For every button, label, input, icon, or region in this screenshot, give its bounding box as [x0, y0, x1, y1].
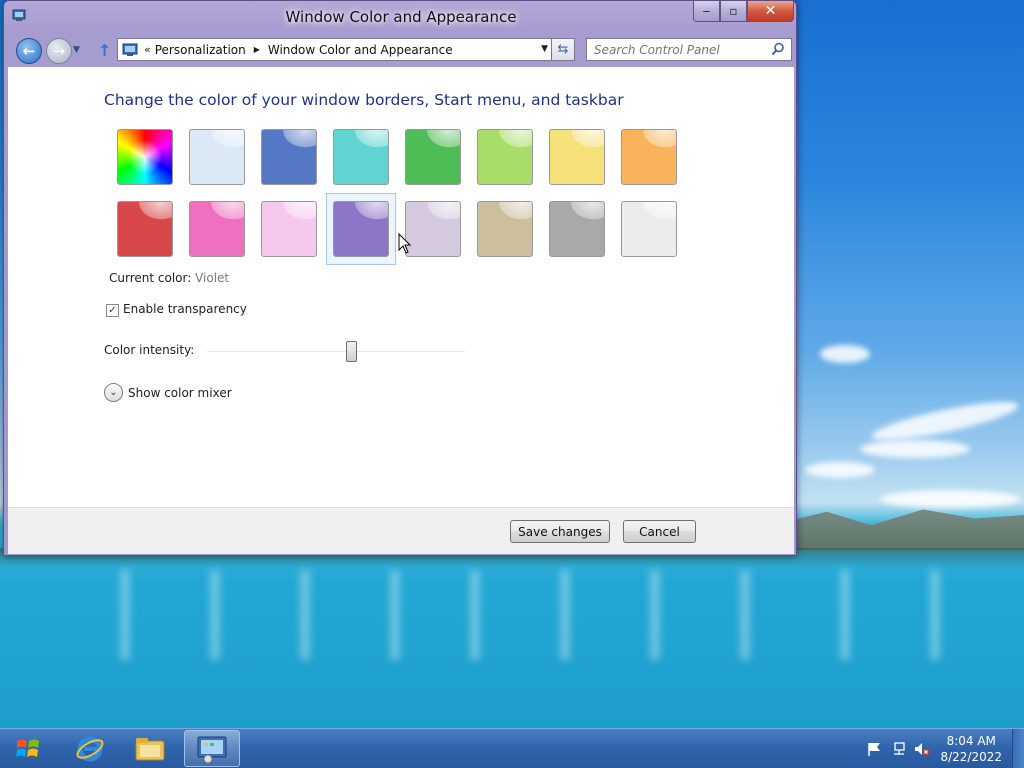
refresh-button[interactable]: ⇆: [551, 38, 575, 61]
address-dropdown-icon[interactable]: ▼: [541, 44, 548, 54]
color-swatch-taupe[interactable]: [477, 201, 533, 257]
taskbar-control-panel[interactable]: [184, 730, 240, 767]
up-button[interactable]: ↑: [98, 41, 114, 60]
recent-pages-dropdown[interactable]: ▼: [73, 45, 80, 55]
breadcrumb-personalization[interactable]: Personalization: [155, 43, 246, 57]
color-swatch-blush[interactable]: [261, 201, 317, 257]
breadcrumb-overflow[interactable]: «: [144, 43, 151, 56]
clock-date: 8/22/2022: [940, 750, 1002, 764]
chevron-down-icon[interactable]: ⌄: [104, 383, 123, 402]
internet-explorer-icon: [76, 736, 104, 761]
forward-button[interactable]: →: [46, 38, 72, 64]
show-desktop-button[interactable]: [1012, 729, 1024, 768]
arrow-right-icon: →: [52, 42, 66, 60]
clock-time: 8:04 AM: [946, 734, 996, 748]
window-color-and-appearance-window: Window Color and Appearance ‒ ▫ ✕ ← → ▼ …: [3, 0, 797, 556]
maximize-button[interactable]: ▫: [720, 1, 747, 22]
breadcrumb-arrow-icon[interactable]: ▶: [254, 45, 260, 54]
close-button[interactable]: ✕: [747, 1, 794, 22]
current-color-value: Violet: [195, 271, 230, 285]
page-heading: Change the color of your window borders,…: [104, 91, 624, 109]
taskbar: 8:04 AM 8/22/2022: [0, 728, 1024, 768]
color-swatch-lavender[interactable]: [405, 201, 461, 257]
search-icon[interactable]: [771, 42, 785, 56]
back-button[interactable]: ←: [16, 38, 42, 64]
color-swatch-ruby[interactable]: [117, 201, 173, 257]
color-swatch-violet[interactable]: [333, 201, 389, 257]
breadcrumb-window-color[interactable]: Window Color and Appearance: [268, 43, 453, 57]
current-color-label: Current color:: [109, 271, 192, 285]
color-swatch-chocolate[interactable]: [549, 201, 605, 257]
color-intensity-label: Color intensity:: [104, 343, 195, 357]
current-color-text: Current color: Violet: [109, 271, 229, 285]
color-swatch-sea[interactable]: [333, 129, 389, 185]
address-bar[interactable]: « Personalization ▶ Window Color and App…: [117, 38, 553, 61]
color-intensity-slider-track[interactable]: [207, 351, 465, 352]
taskbar-internet-explorer[interactable]: [62, 730, 118, 767]
color-intensity-slider-thumb[interactable]: [345, 341, 357, 362]
network-icon[interactable]: [891, 742, 907, 756]
taskbar-file-explorer[interactable]: [122, 730, 178, 767]
color-swatch-color-picker[interactable]: [117, 129, 173, 185]
arrow-left-icon: ←: [22, 42, 36, 60]
color-swatch-pumpkin[interactable]: [621, 129, 677, 185]
color-swatch-twilight[interactable]: [261, 129, 317, 185]
color-swatch-lime[interactable]: [477, 129, 533, 185]
volume-muted-icon[interactable]: [914, 742, 930, 756]
color-swatch-fuchsia[interactable]: [189, 201, 245, 257]
enable-transparency-label[interactable]: Enable transparency: [123, 302, 247, 316]
color-swatch-sky[interactable]: [189, 129, 245, 185]
color-swatch-slate[interactable]: [621, 201, 677, 257]
cancel-button[interactable]: Cancel: [623, 520, 696, 543]
action-center-flag-icon[interactable]: [866, 742, 882, 756]
show-color-mixer-link[interactable]: Show color mixer: [128, 386, 232, 400]
system-clock[interactable]: 8:04 AM 8/22/2022: [940, 733, 1002, 765]
folder-icon: [135, 737, 165, 760]
minimize-button[interactable]: ‒: [693, 1, 720, 22]
control-panel-icon: [197, 736, 227, 763]
mouse-cursor-icon: [398, 233, 412, 254]
color-swatch-leaf[interactable]: [405, 129, 461, 185]
color-swatch-lemon[interactable]: [549, 129, 605, 185]
refresh-icon: ⇆: [557, 42, 569, 57]
window-title: Window Color and Appearance: [285, 8, 517, 26]
windows-logo-icon: [16, 739, 39, 757]
arrow-up-icon: ↑: [98, 41, 112, 60]
search-input[interactable]: [587, 39, 767, 60]
start-button[interactable]: [6, 731, 50, 767]
save-changes-button[interactable]: Save changes: [510, 520, 610, 543]
content-area: Change the color of your window borders,…: [8, 67, 794, 507]
control-panel-icon: [122, 43, 138, 56]
dialog-footer: Save changes Cancel: [8, 507, 794, 554]
enable-transparency-checkbox[interactable]: ✓: [106, 304, 119, 317]
search-box[interactable]: [586, 38, 792, 61]
